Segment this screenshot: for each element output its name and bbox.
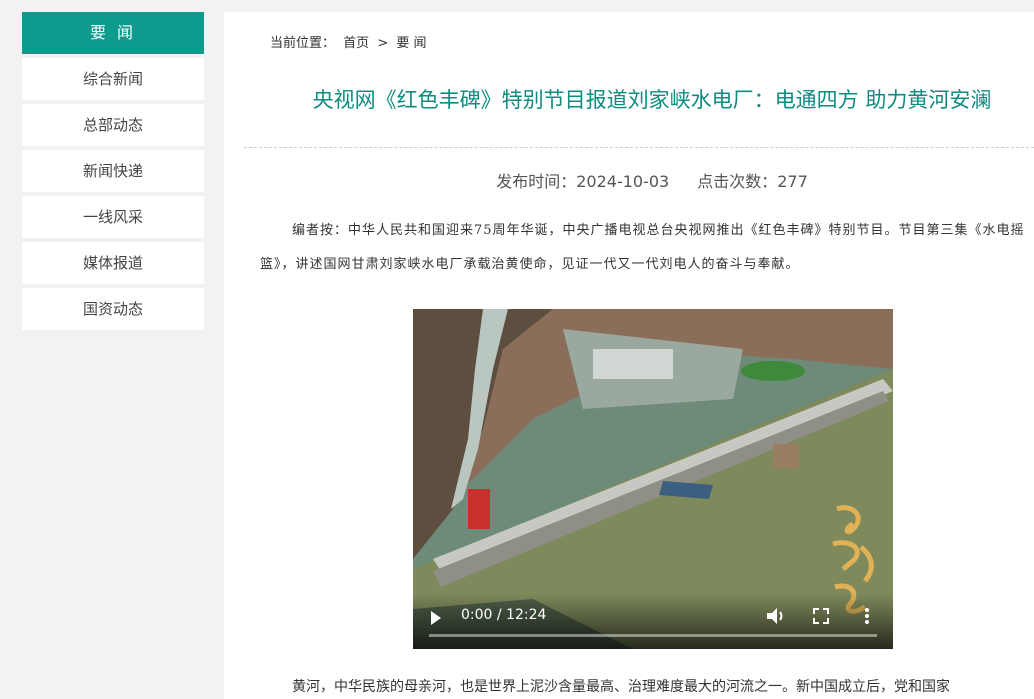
article-panel: 当前位置： 首页 > 要 闻 央视网《红色丰碑》特别节目报道刘家峡水电厂：电通四… xyxy=(224,12,1034,699)
play-icon[interactable] xyxy=(431,611,441,625)
article-meta: 发布时间：2024-10-03 点击次数：277 xyxy=(224,168,1034,192)
more-icon[interactable] xyxy=(863,607,871,625)
article-title: 央视网《红色丰碑》特别节目报道刘家峡水电厂：电通四方 助力黄河安澜 xyxy=(312,88,992,112)
video-controls: 0:00 / 12:24 xyxy=(413,593,893,649)
breadcrumb-current-link[interactable]: 要 闻 xyxy=(396,36,426,51)
publish-time: 发布时间：2024-10-03 xyxy=(496,172,670,191)
title-divider xyxy=(244,147,1034,148)
volume-icon[interactable] xyxy=(765,605,785,627)
breadcrumb-prefix: 当前位置： xyxy=(270,36,336,51)
sidebar-item-news-express[interactable]: 新闻快递 xyxy=(22,150,204,192)
sidebar-item-general-news[interactable]: 综合新闻 xyxy=(22,58,204,100)
fullscreen-icon[interactable] xyxy=(813,608,829,624)
breadcrumb-home-link[interactable]: 首页 xyxy=(343,36,369,51)
sidebar-item-sasac-updates[interactable]: 国资动态 xyxy=(22,288,204,330)
sidebar-item-frontline[interactable]: 一线风采 xyxy=(22,196,204,238)
breadcrumb: 当前位置： 首页 > 要 闻 xyxy=(270,32,431,51)
view-count: 点击次数：277 xyxy=(697,172,808,191)
sidebar-nav: 要 闻 综合新闻 总部动态 新闻快递 一线风采 媒体报道 国资动态 xyxy=(22,12,204,330)
video-player[interactable]: 0:00 / 12:24 xyxy=(413,309,893,649)
sidebar-item-hq-updates[interactable]: 总部动态 xyxy=(22,104,204,146)
breadcrumb-separator: > xyxy=(377,36,389,51)
sidebar-header[interactable]: 要 闻 xyxy=(22,12,204,54)
video-progress-bar[interactable] xyxy=(429,634,877,637)
sidebar-item-media-reports[interactable]: 媒体报道 xyxy=(22,242,204,284)
video-time: 0:00 / 12:24 xyxy=(461,607,547,623)
editor-note: 编者按：中华人民共和国迎来75周年华诞，中央广播电视总台央视网推出《红色丰碑》特… xyxy=(260,223,1025,272)
article-body-paragraph: 黄河，中华民族的母亲河，也是世界上泥沙含量最高、治理难度最大的河流之一。新中国成… xyxy=(292,679,950,695)
